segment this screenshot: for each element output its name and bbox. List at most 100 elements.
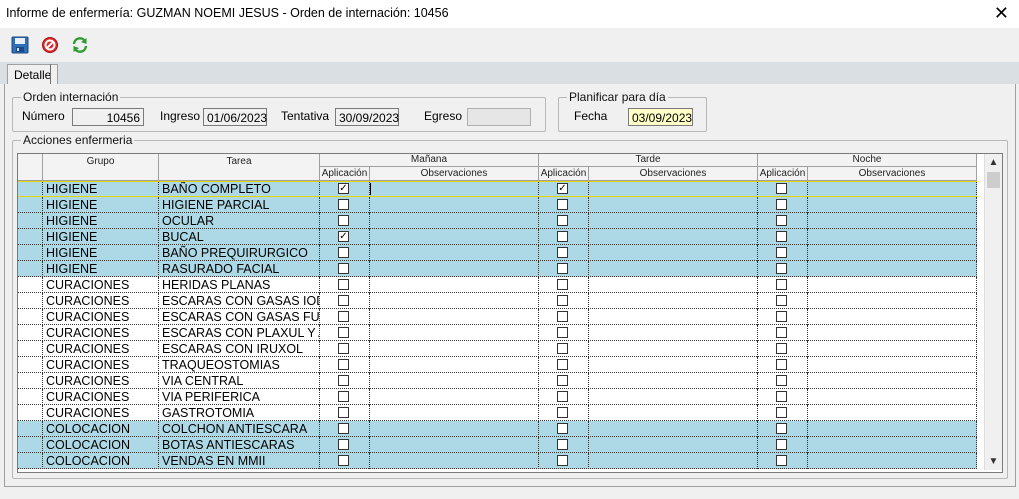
tarde-aplicacion-cell[interactable] — [539, 261, 589, 277]
table-row[interactable]: HIGIENE BAÑO PREQUIRURGICO — [18, 245, 977, 261]
tarea-cell[interactable]: VIA PERIFERICA — [159, 389, 320, 405]
tarde-observaciones-cell[interactable] — [589, 437, 758, 453]
manana-aplicacion-cell[interactable] — [320, 261, 370, 277]
aplicacion-checkbox[interactable] — [776, 263, 787, 274]
tarea-cell[interactable]: BAÑO COMPLETO — [159, 181, 320, 197]
manana-aplicacion-cell[interactable]: ✓ — [320, 181, 370, 197]
tarde-aplicacion-cell[interactable] — [539, 229, 589, 245]
refresh-button[interactable] — [71, 36, 91, 56]
scroll-up-icon[interactable]: ▲ — [985, 154, 1002, 171]
aplicacion-checkbox[interactable] — [557, 247, 568, 258]
aplicacion-checkbox[interactable] — [338, 199, 349, 210]
aplicacion-checkbox[interactable] — [338, 439, 349, 450]
manana-observaciones-cell[interactable] — [370, 213, 539, 229]
save-button[interactable] — [11, 36, 31, 56]
grupo-cell[interactable]: COLOCACION — [43, 453, 159, 469]
manana-observaciones-cell[interactable] — [370, 197, 539, 213]
noche-aplicacion-cell[interactable] — [758, 325, 808, 341]
aplicacion-checkbox[interactable] — [776, 439, 787, 450]
noche-aplicacion-cell[interactable] — [758, 341, 808, 357]
tarde-observaciones-cell[interactable] — [589, 213, 758, 229]
tarea-cell[interactable]: ESCARAS CON IRUXOL — [159, 341, 320, 357]
noche-observaciones-cell[interactable] — [808, 309, 977, 325]
tarea-cell[interactable]: OCULAR — [159, 213, 320, 229]
aplicacion-checkbox[interactable] — [557, 439, 568, 450]
noche-aplicacion-cell[interactable] — [758, 309, 808, 325]
grupo-cell[interactable]: HIGIENE — [43, 245, 159, 261]
table-row[interactable]: HIGIENE BAÑO COMPLETO ✓ ✓ — [18, 181, 977, 197]
tarde-aplicacion-cell[interactable] — [539, 421, 589, 437]
tarde-observaciones-cell[interactable] — [589, 309, 758, 325]
tarde-observaciones-cell[interactable] — [589, 421, 758, 437]
grupo-cell[interactable]: CURACIONES — [43, 405, 159, 421]
table-row[interactable]: COLOCACION BOTAS ANTIESCARAS — [18, 437, 977, 453]
noche-aplicacion-cell[interactable] — [758, 229, 808, 245]
noche-observaciones-cell[interactable] — [808, 213, 977, 229]
tarea-cell[interactable]: BUCAL — [159, 229, 320, 245]
tarde-observaciones-cell[interactable] — [589, 325, 758, 341]
manana-aplicacion-header[interactable]: Aplicación — [320, 167, 370, 181]
tarde-aplicacion-cell[interactable] — [539, 245, 589, 261]
table-row[interactable]: COLOCACION COLCHON ANTIESCARA — [18, 421, 977, 437]
grupo-cell[interactable]: HIGIENE — [43, 213, 159, 229]
tarea-cell[interactable]: GASTROTOMIA — [159, 405, 320, 421]
tarde-observaciones-cell[interactable] — [589, 261, 758, 277]
aplicacion-checkbox[interactable] — [557, 215, 568, 226]
table-row[interactable]: CURACIONES ESCARAS CON GASAS FURA — [18, 309, 977, 325]
aplicacion-checkbox[interactable] — [557, 375, 568, 386]
noche-observaciones-cell[interactable] — [808, 453, 977, 469]
table-row[interactable]: HIGIENE OCULAR — [18, 213, 977, 229]
grupo-cell[interactable]: CURACIONES — [43, 293, 159, 309]
tarde-observaciones-cell[interactable] — [589, 197, 758, 213]
tarea-cell[interactable]: TRAQUEOSTOMIAS — [159, 357, 320, 373]
manana-aplicacion-cell[interactable] — [320, 405, 370, 421]
noche-observaciones-cell[interactable] — [808, 325, 977, 341]
tarea-cell[interactable]: BOTAS ANTIESCARAS — [159, 437, 320, 453]
table-row[interactable]: CURACIONES GASTROTOMIA — [18, 405, 977, 421]
noche-aplicacion-cell[interactable] — [758, 357, 808, 373]
table-row[interactable]: CURACIONES ESCARAS CON GASAS IODO — [18, 293, 977, 309]
table-row[interactable]: CURACIONES ESCARAS CON PLAXUL Y AZ — [18, 325, 977, 341]
noche-observaciones-cell[interactable] — [808, 229, 977, 245]
manana-aplicacion-cell[interactable] — [320, 245, 370, 261]
tarea-cell[interactable]: HERIDAS PLANAS — [159, 277, 320, 293]
manana-observaciones-cell[interactable] — [370, 309, 539, 325]
noche-observaciones-cell[interactable] — [808, 341, 977, 357]
noche-aplicacion-cell[interactable] — [758, 261, 808, 277]
noche-observaciones-cell[interactable] — [808, 245, 977, 261]
noche-aplicacion-cell[interactable] — [758, 421, 808, 437]
tarea-cell[interactable]: ESCARAS CON GASAS FURA — [159, 309, 320, 325]
noche-observaciones-header[interactable]: Observaciones — [808, 167, 977, 181]
aplicacion-checkbox[interactable] — [557, 279, 568, 290]
manana-aplicacion-cell[interactable] — [320, 389, 370, 405]
manana-observaciones-cell[interactable] — [370, 181, 539, 197]
tarea-cell[interactable]: VIA CENTRAL — [159, 373, 320, 389]
scroll-down-icon[interactable]: ▼ — [985, 453, 1002, 470]
aplicacion-checkbox[interactable] — [338, 375, 349, 386]
aplicacion-checkbox[interactable] — [776, 231, 787, 242]
aplicacion-checkbox[interactable] — [338, 311, 349, 322]
aplicacion-checkbox[interactable] — [557, 455, 568, 466]
grupo-cell[interactable]: HIGIENE — [43, 181, 159, 197]
tarde-aplicacion-cell[interactable] — [539, 389, 589, 405]
manana-observaciones-cell[interactable] — [370, 341, 539, 357]
manana-aplicacion-cell[interactable] — [320, 357, 370, 373]
grupo-cell[interactable]: CURACIONES — [43, 357, 159, 373]
tarea-cell[interactable]: ESCARAS CON GASAS IODO — [159, 293, 320, 309]
table-row[interactable]: COLOCACION VENDAS EN MMII — [18, 453, 977, 469]
grupo-header[interactable]: Grupo — [43, 154, 159, 181]
tarea-cell[interactable]: COLCHON ANTIESCARA — [159, 421, 320, 437]
tarde-aplicacion-cell[interactable] — [539, 277, 589, 293]
noche-observaciones-cell[interactable] — [808, 197, 977, 213]
manana-observaciones-cell[interactable] — [370, 293, 539, 309]
tarde-observaciones-cell[interactable] — [589, 389, 758, 405]
noche-aplicacion-cell[interactable] — [758, 389, 808, 405]
manana-aplicacion-cell[interactable] — [320, 453, 370, 469]
grupo-cell[interactable]: CURACIONES — [43, 373, 159, 389]
aplicacion-checkbox[interactable] — [338, 247, 349, 258]
grupo-cell[interactable]: COLOCACION — [43, 421, 159, 437]
tarde-observaciones-cell[interactable] — [589, 229, 758, 245]
noche-aplicacion-cell[interactable] — [758, 405, 808, 421]
grupo-cell[interactable]: COLOCACION — [43, 437, 159, 453]
noche-aplicacion-cell[interactable] — [758, 453, 808, 469]
